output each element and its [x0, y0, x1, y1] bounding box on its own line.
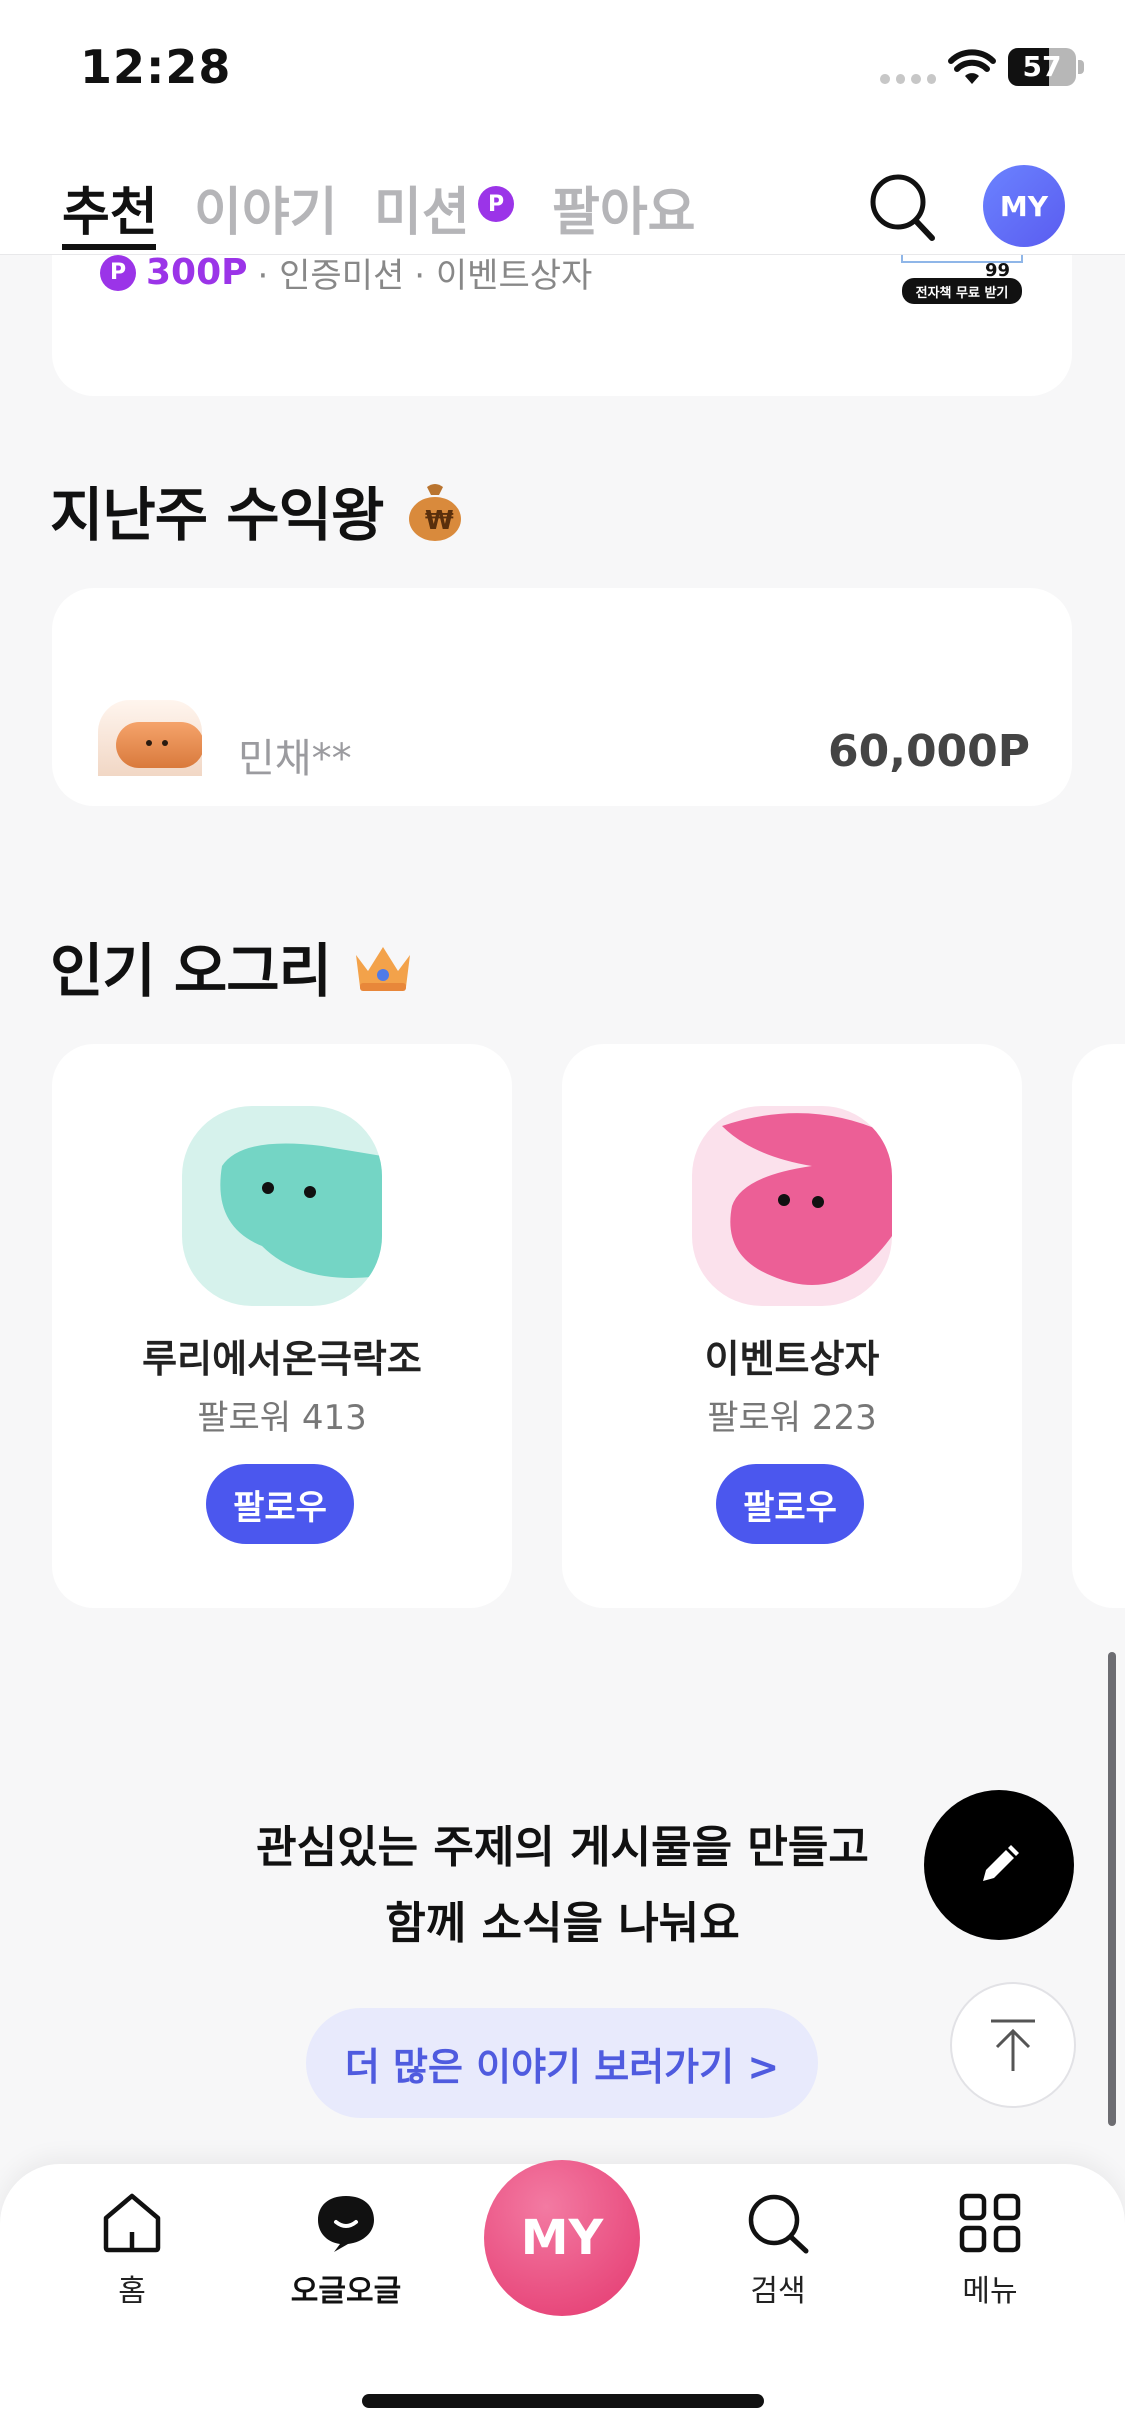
- popular-card[interactable]: 이벤트상자 팔로워 223 팔로우: [562, 1044, 1022, 1608]
- card-name: 루리에서온극락조: [142, 1337, 422, 1381]
- nav-label: 검색: [750, 2274, 806, 2309]
- nav-my-button[interactable]: MY: [484, 2160, 640, 2316]
- chat-bubble-icon: [318, 2196, 374, 2252]
- earner-name: 민채**: [238, 736, 352, 782]
- tab-missions[interactable]: 미션: [374, 170, 470, 245]
- crown-icon: [356, 947, 411, 991]
- arrow-up-icon: [991, 2019, 1035, 2071]
- weekly-earner-title: 지난주 수익왕 ₩: [50, 468, 467, 552]
- battery-icon: 57: [1008, 48, 1076, 86]
- more-stories-button[interactable]: 더 많은 이야기 보러가기 >: [306, 2008, 818, 2118]
- popular-title: 인기 오그리: [50, 924, 416, 1008]
- battery-tip: [1078, 60, 1084, 74]
- svg-text:₩: ₩: [425, 506, 454, 536]
- tab-stories[interactable]: 이야기: [194, 170, 338, 245]
- my-profile-avatar[interactable]: MY: [983, 165, 1065, 247]
- scrollbar[interactable]: [1108, 1652, 1116, 2126]
- tab-recommended[interactable]: 추천: [62, 170, 158, 245]
- nav-label: 홈: [118, 2274, 146, 2309]
- mission-info: P 300P · 인증미션 · 이벤트상자: [100, 248, 592, 297]
- nav-oglogle[interactable]: 오글오글: [256, 2192, 436, 2310]
- follow-button[interactable]: 팔로우: [206, 1464, 354, 1544]
- grid-menu-icon: [959, 2193, 1021, 2253]
- card-followers: 팔로워 413: [197, 1398, 367, 1438]
- search-icon[interactable]: [868, 172, 938, 244]
- tab-selling[interactable]: 팔아요: [552, 170, 696, 245]
- write-post-button[interactable]: [924, 1790, 1074, 1940]
- nav-home[interactable]: 홈: [42, 2192, 222, 2310]
- card-avatar: [182, 1106, 382, 1306]
- search-icon: [748, 2194, 809, 2254]
- popular-title-text: 인기 오그리: [50, 937, 332, 1005]
- mission-tag: · 이벤트상자: [414, 256, 593, 296]
- card-name: 이벤트상자: [704, 1337, 880, 1381]
- home-indicator[interactable]: [362, 2394, 764, 2408]
- popular-card-peek[interactable]: [1072, 1044, 1125, 1608]
- card-avatar: [692, 1106, 892, 1306]
- battery-level: 57: [1022, 50, 1062, 83]
- money-bag-icon: ₩: [408, 484, 461, 541]
- earner-points: 60,000P: [828, 726, 1031, 777]
- nav-label: 메뉴: [962, 2274, 1018, 2309]
- mission-point-badge: P: [478, 186, 514, 222]
- nav-menu[interactable]: 메뉴: [900, 2192, 1080, 2310]
- scroll-to-top-button[interactable]: [950, 1982, 1076, 2108]
- mission-points: 300P: [146, 252, 248, 293]
- ebook-free-button[interactable]: 전자책 무료 받기: [902, 278, 1022, 304]
- earner-avatar: [98, 700, 202, 776]
- signal-dots-icon: [880, 74, 936, 84]
- wifi-icon: [948, 49, 996, 84]
- nav-search[interactable]: 검색: [688, 2192, 868, 2310]
- mission-tag: · 인증미션: [257, 256, 405, 296]
- home-icon: [103, 2193, 161, 2253]
- weekly-earner-title-text: 지난주 수익왕: [50, 481, 384, 549]
- follow-button[interactable]: 팔로우: [716, 1464, 864, 1544]
- popular-card[interactable]: 루리에서온극락조 팔로워 413 팔로우: [52, 1044, 512, 1608]
- point-badge: P: [100, 254, 136, 291]
- nav-label: 오글오글: [290, 2274, 402, 2309]
- card-followers: 팔로워 223: [707, 1398, 877, 1438]
- active-tab-indicator: [62, 244, 156, 250]
- top-navigation: 추천 이야기 미션 P 팔아요: [0, 140, 1125, 255]
- pencil-icon: [983, 1845, 1019, 1881]
- status-time: 12:28: [80, 40, 232, 94]
